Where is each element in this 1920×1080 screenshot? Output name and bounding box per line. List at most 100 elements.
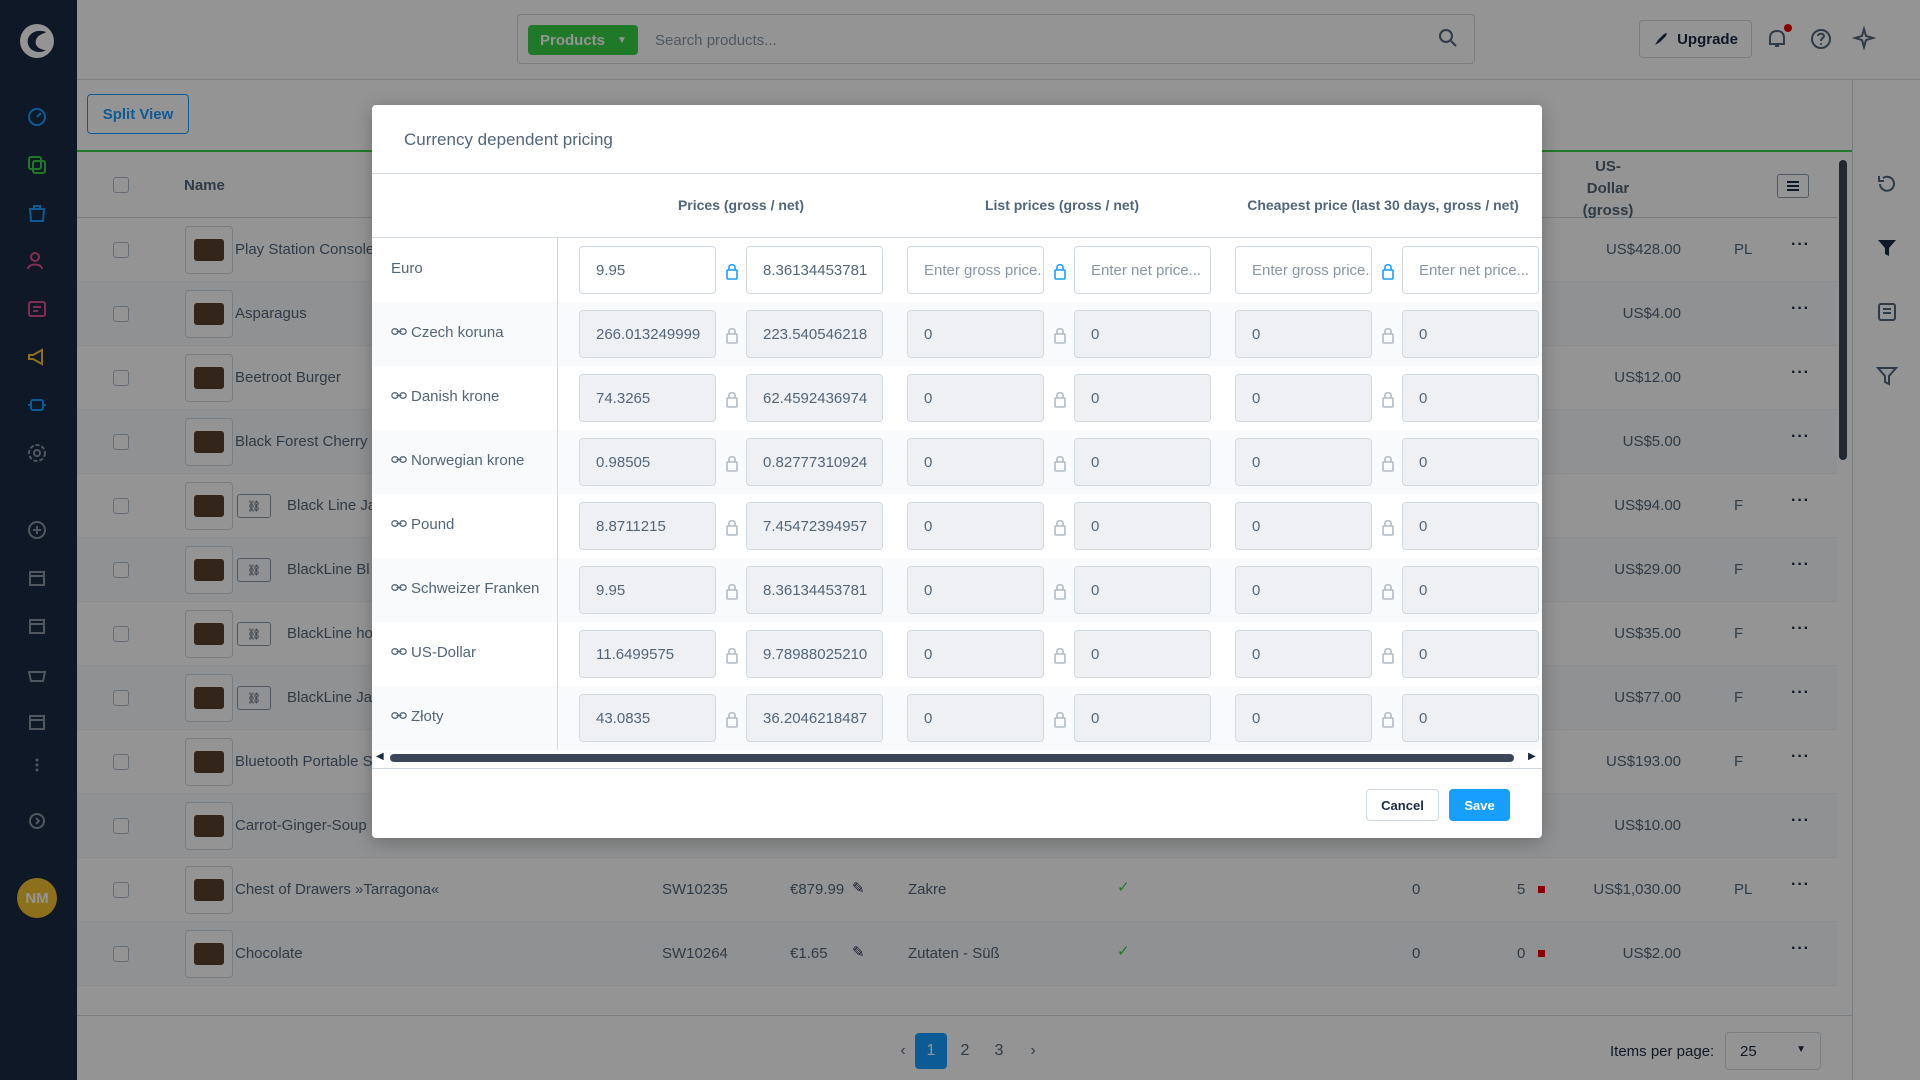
list-price-gross-field[interactable]: 0 [907, 438, 1044, 486]
link-icon[interactable] [391, 452, 407, 469]
modal-footer: Cancel Save [372, 768, 1542, 838]
price-net-field[interactable]: 0.82777310924 [746, 438, 883, 486]
price-gross-field[interactable]: 11.6499575 [579, 630, 716, 678]
cheapest-price-net-field[interactable]: 0 [1402, 438, 1539, 486]
cheapest-price-gross-field[interactable]: 0 [1235, 438, 1372, 486]
lock-icon[interactable] [725, 326, 739, 344]
list-price-gross-field[interactable]: 0 [907, 694, 1044, 742]
currency-label-cell: US-Dollar [372, 622, 558, 686]
lock-icon[interactable] [1381, 518, 1395, 536]
list-price-gross-field[interactable]: 0 [907, 566, 1044, 614]
lock-icon[interactable] [1053, 518, 1067, 536]
lock-icon[interactable] [1381, 582, 1395, 600]
price-gross-field[interactable]: 43.0835 [579, 694, 716, 742]
lock-icon[interactable] [1053, 646, 1067, 664]
cheapest-price-gross-field[interactable]: 0 [1235, 310, 1372, 358]
lock-icon[interactable] [1381, 646, 1395, 664]
list-price-gross-field[interactable]: 0 [907, 310, 1044, 358]
price-gross-field[interactable]: 8.8711215 [579, 502, 716, 550]
list-price-net-field[interactable]: 0 [1074, 502, 1211, 550]
currency-name: Euro [391, 260, 423, 277]
list-price-net-field[interactable]: 0 [1074, 566, 1211, 614]
list-price-gross-field[interactable]: Enter gross price... [907, 246, 1044, 294]
link-icon[interactable] [391, 644, 407, 661]
list-price-gross-field[interactable]: 0 [907, 374, 1044, 422]
scroll-left-icon[interactable]: ◀ [376, 751, 388, 765]
lock-icon[interactable] [1381, 326, 1395, 344]
save-button[interactable]: Save [1449, 789, 1510, 821]
currency-label-cell: Norwegian krone [372, 430, 558, 494]
list-price-net-field[interactable]: Enter net price... [1074, 246, 1211, 294]
lock-icon[interactable] [1053, 262, 1067, 280]
list-price-gross-field[interactable]: 0 [907, 502, 1044, 550]
lock-icon[interactable] [1381, 262, 1395, 280]
scroll-right-icon[interactable]: ▶ [1528, 751, 1540, 765]
price-gross-field[interactable]: 9.95 [579, 566, 716, 614]
cheapest-price-net-field[interactable]: 0 [1402, 694, 1539, 742]
lock-icon[interactable] [725, 454, 739, 472]
link-icon[interactable] [391, 388, 407, 405]
price-net-field[interactable]: 62.4592436974 [746, 374, 883, 422]
price-gross-field[interactable]: 9.95 [579, 246, 716, 294]
lock-icon[interactable] [1381, 390, 1395, 408]
currency-name: Norwegian krone [391, 452, 524, 469]
lock-icon[interactable] [725, 582, 739, 600]
lock-icon[interactable] [725, 390, 739, 408]
link-icon[interactable] [391, 324, 407, 341]
list-price-gross-field[interactable]: 0 [907, 630, 1044, 678]
lock-icon[interactable] [725, 518, 739, 536]
currency-row: Danish krone 74.3265 62.4592436974 0 0 0 0 [372, 366, 1542, 430]
cheapest-price-gross-field[interactable]: 0 [1235, 566, 1372, 614]
cheapest-price-net-field[interactable]: Enter net price... [1402, 246, 1539, 294]
list-price-net-field[interactable]: 0 [1074, 694, 1211, 742]
cheapest-price-gross-field[interactable]: 0 [1235, 374, 1372, 422]
price-gross-field[interactable]: 74.3265 [579, 374, 716, 422]
scrollbar-thumb[interactable] [390, 754, 1514, 762]
link-icon[interactable] [391, 708, 407, 725]
cheapest-price-net-field[interactable]: 0 [1402, 502, 1539, 550]
list-price-net-field[interactable]: 0 [1074, 310, 1211, 358]
cheapest-price-net-field[interactable]: 0 [1402, 310, 1539, 358]
currency-label: Złoty [411, 708, 444, 725]
price-net-field[interactable]: 8.36134453781 [746, 246, 883, 294]
link-icon[interactable] [391, 516, 407, 533]
cheapest-price-net-field[interactable]: 0 [1402, 566, 1539, 614]
list-price-net-field[interactable]: 0 [1074, 438, 1211, 486]
cheapest-price-net-field[interactable]: 0 [1402, 630, 1539, 678]
price-net-field[interactable]: 7.45472394957 [746, 502, 883, 550]
price-net-field[interactable]: 9.78988025210 [746, 630, 883, 678]
column-header-prices: Prices (gross / net) [677, 197, 805, 213]
list-price-net-field[interactable]: 0 [1074, 630, 1211, 678]
price-net-field[interactable]: 223.540546218 [746, 310, 883, 358]
price-net-field[interactable]: 36.2046218487 [746, 694, 883, 742]
lock-icon[interactable] [1053, 454, 1067, 472]
lock-icon[interactable] [1053, 326, 1067, 344]
lock-icon[interactable] [725, 710, 739, 728]
lock-icon[interactable] [1053, 582, 1067, 600]
lock-icon[interactable] [1381, 454, 1395, 472]
price-gross-field[interactable]: 0.98505 [579, 438, 716, 486]
currency-row: Czech koruna 266.013249999 223.540546218 0 0… [372, 302, 1542, 366]
currency-label-cell: Pound [372, 494, 558, 558]
price-net-field[interactable]: 8.36134453781 [746, 566, 883, 614]
currency-label-cell: Czech koruna [372, 302, 558, 366]
lock-icon[interactable] [725, 262, 739, 280]
cheapest-price-gross-field[interactable]: 0 [1235, 630, 1372, 678]
currency-label: Norwegian krone [411, 452, 525, 469]
list-price-net-field[interactable]: 0 [1074, 374, 1211, 422]
currency-name: US-Dollar [391, 644, 476, 661]
lock-icon[interactable] [1381, 710, 1395, 728]
cheapest-price-gross-field[interactable]: Enter gross price... [1235, 246, 1372, 294]
link-icon[interactable] [391, 580, 407, 597]
cheapest-price-gross-field[interactable]: 0 [1235, 502, 1372, 550]
cancel-button[interactable]: Cancel [1366, 789, 1439, 821]
modal-horizontal-scrollbar[interactable]: ◀ ▶ [372, 751, 1542, 765]
cheapest-price-net-field[interactable]: 0 [1402, 374, 1539, 422]
lock-icon[interactable] [725, 646, 739, 664]
price-gross-field[interactable]: 266.013249999 [579, 310, 716, 358]
lock-icon[interactable] [1053, 710, 1067, 728]
cheapest-price-gross-field[interactable]: 0 [1235, 694, 1372, 742]
currency-row: Euro 9.95 8.36134453781 Enter gross price..… [372, 238, 1542, 302]
lock-icon[interactable] [1053, 390, 1067, 408]
currency-row: Norwegian krone 0.98505 0.82777310924 0 0 0 0 [372, 430, 1542, 494]
